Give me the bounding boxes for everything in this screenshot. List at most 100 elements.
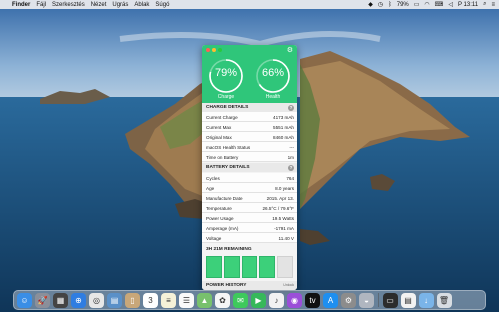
system-preferences-icon[interactable]: ⚙	[341, 292, 356, 308]
menu-finder[interactable]: Finder	[12, 2, 30, 8]
control-center-icon[interactable]: ≡	[491, 2, 495, 8]
detail-key: Age	[206, 185, 215, 191]
dock: ☺ 🚀 ▦ ⊕ ◎ ▤ ▯ 3 ≡ ☰ ▲ ✿ ✉ ▶ ♪ ◉ tv A ⚙ ◒ ▭ ▤ ↓ 🗑	[13, 290, 486, 310]
input-source-icon[interactable]: ⌨	[435, 1, 444, 8]
detail-value: 8.0 years	[275, 185, 294, 191]
itunes-icon[interactable]: ♪	[269, 292, 284, 308]
mission-control-icon[interactable]: ▦	[53, 292, 68, 308]
health-label: Health	[265, 94, 281, 100]
detail-row: Manufacture Date 2015. Apr 13.	[202, 193, 297, 203]
battery-level-bar	[223, 256, 240, 278]
close-window-button[interactable]	[206, 48, 210, 52]
detail-value: 8460 mAh	[273, 134, 294, 140]
remaining-title: 3H 21M REMAINING	[206, 247, 252, 252]
power-history-header: POWER HISTORY Unlock	[202, 281, 297, 290]
menu-view[interactable]: Nézet	[91, 2, 107, 8]
gauges-header: ⚙ 79% Charge 66% Health	[202, 45, 297, 103]
menu-go[interactable]: Ugrás	[112, 2, 128, 8]
status-area: ◆ ◷ ᛒ 79% ▭ ◠ ⌨ ◁ P 13:11 ⌕ ≡	[368, 0, 495, 9]
messages-icon[interactable]: ✉	[233, 292, 248, 308]
menu-help[interactable]: Súgó	[155, 2, 169, 8]
maps-icon[interactable]: ▲	[197, 292, 212, 308]
power-history-title: POWER HISTORY	[206, 283, 247, 288]
trash-icon[interactable]: 🗑	[436, 292, 452, 308]
unlock-button[interactable]: Unlock	[283, 281, 294, 290]
zoom-window-button[interactable]	[218, 48, 222, 52]
calendar-icon[interactable]: 3	[143, 292, 158, 308]
health-gauge: 66% Health	[254, 57, 292, 100]
detail-key: macOS Health Status	[206, 144, 251, 150]
detail-row: macOS Health Status ---	[202, 142, 297, 152]
battery-level-bar	[241, 256, 258, 278]
apple-tv-icon[interactable]: tv	[305, 292, 320, 308]
detail-value: 26.5°C / 79.6°F	[262, 205, 294, 211]
volume-icon[interactable]: ◁	[448, 1, 453, 8]
remaining-header: 3H 21M REMAINING	[202, 245, 297, 254]
finder-icon[interactable]: ☺	[17, 292, 32, 308]
gear-icon[interactable]: ⚙	[287, 46, 293, 54]
photos-icon[interactable]: ✿	[215, 292, 230, 308]
help-icon[interactable]: ?	[288, 164, 294, 171]
disk-utility-icon[interactable]: ◒	[359, 292, 374, 308]
detail-row: Amperage (mA) -1791 mA	[202, 223, 297, 233]
detail-row: Power Usage 19.5 Watts	[202, 213, 297, 223]
downloads-icon[interactable]: ↓	[418, 292, 434, 308]
minimize-window-button[interactable]	[212, 48, 216, 52]
detail-row: Temperature 26.5°C / 79.6°F	[202, 203, 297, 213]
detail-key: Cycles	[206, 175, 220, 181]
detail-row: Time on Battery 1m	[202, 152, 297, 162]
detail-key: Power Usage	[206, 215, 234, 221]
detail-value: 11.40 V	[278, 235, 295, 241]
podcasts-icon[interactable]: ◉	[287, 292, 302, 308]
battery-percent[interactable]: 79%	[397, 2, 409, 8]
detail-key: Original Max	[206, 134, 232, 140]
health-value: 66%	[261, 67, 285, 79]
preview-icon[interactable]: ▤	[107, 292, 122, 308]
document-icon[interactable]: ▤	[400, 292, 416, 308]
detail-row: Current Max 5551 mAh	[202, 122, 297, 132]
spotlight-icon[interactable]: ⌕	[483, 1, 486, 8]
charge-value: 79%	[214, 67, 238, 79]
detail-key: Manufacture Date	[206, 195, 243, 201]
charge-details-header: CHARGE DETAILS ?	[202, 103, 297, 112]
detail-value: 19.5 Watts	[272, 215, 294, 221]
notes-icon[interactable]: ≡	[161, 292, 176, 308]
menu-file[interactable]: Fájl	[36, 2, 46, 8]
menu-bar: Finder Fájl Szerkesztés Nézet Ugrás Abla…	[0, 0, 499, 9]
detail-key: Temperature	[206, 205, 232, 211]
chrome-icon[interactable]: ◎	[89, 292, 104, 308]
safari-icon[interactable]: ⊕	[71, 292, 86, 308]
launchpad-icon[interactable]: 🚀	[35, 292, 50, 308]
detail-value: 764	[286, 175, 294, 181]
bluetooth-icon[interactable]: ᛒ	[388, 2, 392, 8]
battery-level-bar	[277, 256, 293, 278]
reminders-icon[interactable]: ☰	[179, 292, 194, 308]
menubar-clock[interactable]: P 13:11	[458, 2, 478, 8]
detail-value: 5551 mAh	[273, 124, 294, 130]
battery-details-title: BATTERY DETAILS	[206, 165, 250, 170]
detail-row: Voltage 11.40 V	[202, 233, 297, 243]
detail-row: Age 8.0 years	[202, 183, 297, 193]
menu-edit[interactable]: Szerkesztés	[52, 2, 85, 8]
contacts-icon[interactable]: ▯	[125, 292, 140, 308]
battery-level-bar	[259, 256, 276, 278]
battery-icon[interactable]: ▭	[414, 1, 420, 8]
charge-gauge: 79% Charge	[207, 57, 245, 100]
detail-row: Current Charge 4173 mAh	[202, 112, 297, 122]
time-machine-icon[interactable]: ◷	[378, 1, 383, 8]
app-store-icon[interactable]: A	[323, 292, 338, 308]
charge-details-title: CHARGE DETAILS	[206, 105, 249, 110]
battery-app-icon[interactable]: ▭	[382, 292, 398, 308]
detail-row: Cycles 764	[202, 173, 297, 183]
facetime-icon[interactable]: ▶	[251, 292, 266, 308]
detail-value: -1791 mA	[274, 225, 294, 231]
wifi-icon[interactable]: ◠	[424, 1, 429, 8]
detail-row: Original Max 8460 mAh	[202, 132, 297, 142]
help-icon[interactable]: ?	[288, 104, 294, 111]
detail-key: Time on Battery	[206, 154, 239, 160]
detail-key: Voltage	[206, 235, 222, 241]
dropbox-icon[interactable]: ◆	[368, 1, 373, 8]
menu-window[interactable]: Ablak	[134, 2, 149, 8]
dock-separator	[378, 293, 379, 307]
battery-level-bar	[206, 256, 222, 278]
